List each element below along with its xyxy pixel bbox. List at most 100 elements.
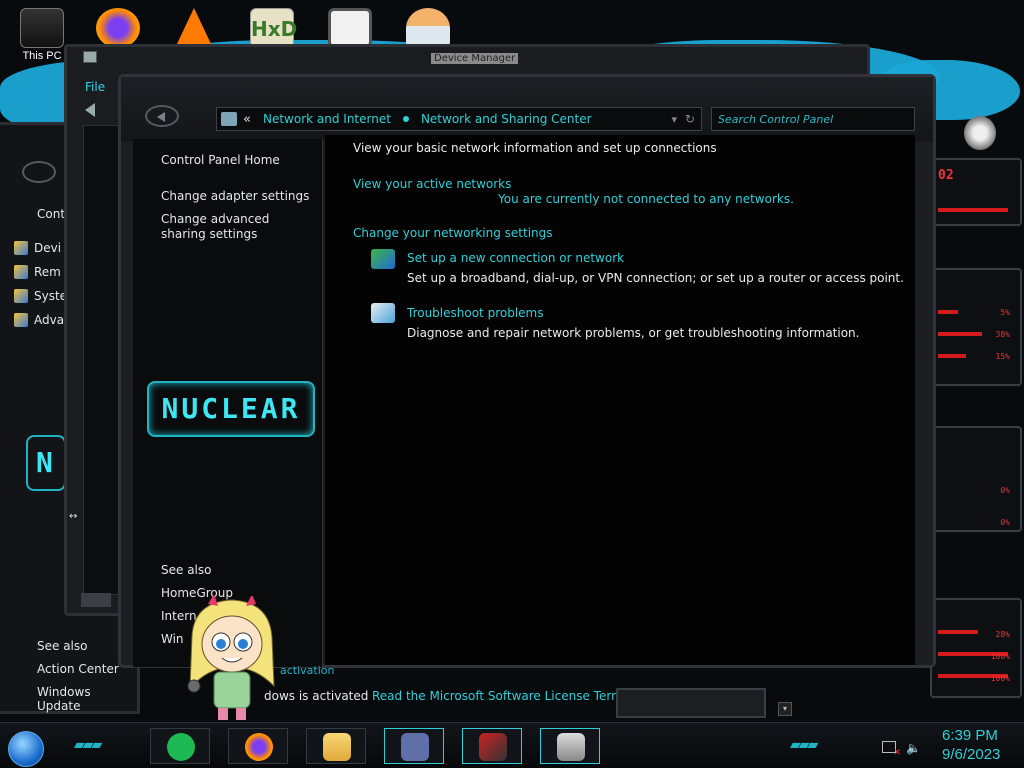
taskbar-deco-icon: ▰▰▰ [74, 737, 102, 753]
back-window-item[interactable]: Rem [14, 265, 61, 279]
cartoon-mascot-image [184, 594, 280, 722]
network-sharing-center-window[interactable]: « Network and Internet Network and Shari… [118, 74, 936, 668]
breadcrumb-network-and-internet[interactable]: Network and Internet [263, 112, 391, 126]
back-window-item-label: Syste [34, 289, 68, 303]
control-panel-icon [401, 733, 429, 761]
device-manager-app-icon [83, 51, 97, 63]
scroll-down-icon[interactable]: ▾ [778, 702, 792, 716]
breadcrumb-separator-icon [402, 116, 409, 122]
taskbar-firefox[interactable] [228, 728, 288, 764]
change-settings-heading: Change your networking settings [353, 226, 553, 240]
gadget-percent: 5% [1000, 308, 1010, 317]
gadget-meters-1: 5% 38% 15% [930, 268, 1022, 386]
alienware-logo-icon [964, 116, 996, 150]
back-window-item[interactable]: Syste [14, 289, 67, 303]
gadget-percent: 0% [1000, 486, 1010, 495]
page-heading: View your basic network information and … [353, 141, 717, 155]
left-navigation-pane: Control Panel Home Change adapter settin… [133, 139, 323, 667]
vlc-cone-icon [176, 8, 212, 46]
taskbar-control-panel[interactable] [384, 728, 444, 764]
network-setup-icon [371, 249, 395, 269]
taskbar-device-manager[interactable] [540, 728, 600, 764]
computer-icon [20, 8, 64, 48]
taskbar-deco-icon: ▰▰▰ [790, 737, 818, 753]
device-manager-icon [557, 733, 585, 761]
back-window-item-label: Adva [34, 313, 65, 327]
gadget-column: 02 5% 38% 15% 0% 0% 28% 100% 100% [926, 78, 1024, 718]
resize-cursor-icon: ↔ [69, 511, 78, 522]
back-window-item[interactable]: Adva [14, 313, 64, 327]
gadget-bar [938, 208, 1008, 212]
taskbar-spotify[interactable] [150, 728, 210, 764]
volume-icon[interactable]: 🔈 [906, 741, 921, 755]
nuclear-theme-logo: NUCLEAR [147, 381, 315, 437]
network-center-icon [479, 733, 507, 761]
gadget-bar [938, 354, 966, 358]
hxd-icon: HxD [250, 8, 297, 48]
shield-icon [14, 289, 28, 303]
desktop-icon-label: This PC [22, 50, 62, 62]
back-window-see-also: See also [37, 639, 88, 653]
back-window-nuclear-logo: N [26, 435, 66, 491]
back-window-nav-icon [22, 161, 56, 183]
gadget-bar [938, 310, 958, 314]
gadget-percent: 28% [995, 630, 1010, 639]
gadget-percent: 100% [990, 652, 1010, 661]
chevron-down-icon[interactable]: ▾ [671, 113, 677, 126]
back-window-windows-update-link[interactable]: Windows Update [37, 685, 137, 713]
taskbar: ▰▰▰ ▰▰▰ ✕ 🔈 [0, 722, 1024, 768]
spotify-icon [167, 733, 195, 761]
license-terms-link[interactable]: Read the Microsoft Software License Term… [372, 689, 629, 703]
shield-icon [14, 241, 28, 255]
taskbar-file-explorer[interactable] [306, 728, 366, 764]
device-manager-title: Device Manager [431, 53, 519, 64]
folder-icon [323, 733, 351, 761]
back-arrow-icon[interactable] [85, 103, 95, 117]
network-disconnected-icon[interactable]: ✕ [882, 741, 901, 758]
troubleshoot-link[interactable]: Troubleshoot problems [407, 306, 543, 320]
shield-icon [14, 265, 28, 279]
back-window-action-center-link[interactable]: Action Center [37, 662, 119, 676]
breadcrumb-network-sharing-center[interactable]: Network and Sharing Center [421, 112, 592, 126]
main-content: View your basic network information and … [325, 135, 915, 665]
gadget-percent: 38% [995, 330, 1010, 339]
control-panel-icon [221, 112, 237, 126]
back-window-item-label: Rem [34, 265, 61, 279]
breadcrumb-overflow-icon[interactable]: « [243, 112, 251, 127]
firefox-icon [96, 8, 140, 48]
back-window-cp-link[interactable]: Cont [37, 207, 65, 221]
search-input[interactable] [711, 107, 915, 131]
desktop-icon-this-pc[interactable]: This PC [14, 4, 70, 74]
not-connected-message: You are currently not connected to any n… [498, 192, 794, 206]
back-window-item-label: Devi [34, 241, 62, 255]
setup-connection-link[interactable]: Set up a new connection or network [407, 251, 624, 265]
start-button[interactable] [8, 731, 44, 767]
gadget-counter: 02 [930, 158, 1022, 226]
shield-icon [14, 313, 28, 327]
gadget-percent: 100% [990, 674, 1010, 683]
back-button[interactable] [145, 105, 179, 127]
change-advanced-sharing-link[interactable]: Change advanced sharing settings [161, 212, 311, 242]
gadget-meters-3: 28% 100% 100% [930, 598, 1022, 698]
see-also-heading: See also [161, 563, 212, 577]
menu-file[interactable]: File [85, 80, 105, 94]
horizontal-scrollbar-thumb[interactable] [81, 593, 111, 607]
activation-heading: activation [280, 664, 335, 677]
device-tree-strip[interactable] [83, 125, 119, 595]
gadget-percent: 0% [1000, 518, 1010, 527]
control-panel-home-link[interactable]: Control Panel Home [161, 153, 311, 168]
refresh-icon[interactable]: ↻ [685, 112, 695, 126]
setup-connection-desc: Set up a broadband, dial-up, or VPN conn… [407, 271, 904, 285]
address-bar[interactable]: « Network and Internet Network and Shari… [216, 107, 702, 131]
taskbar-network-center[interactable] [462, 728, 522, 764]
back-window-item[interactable]: Devi [14, 241, 61, 255]
gadget-bar [938, 630, 978, 634]
clock-time[interactable]: 6:39 PM [942, 727, 998, 744]
clock-date[interactable]: 9/6/2023 [942, 746, 1000, 763]
gadget-counter-value: 02 [938, 168, 954, 183]
firefox-icon [245, 733, 273, 761]
gadget-bar [938, 332, 982, 336]
user-profile-icon [406, 8, 450, 48]
change-adapter-settings-link[interactable]: Change adapter settings [161, 189, 311, 204]
maze-app-icon [328, 8, 372, 48]
